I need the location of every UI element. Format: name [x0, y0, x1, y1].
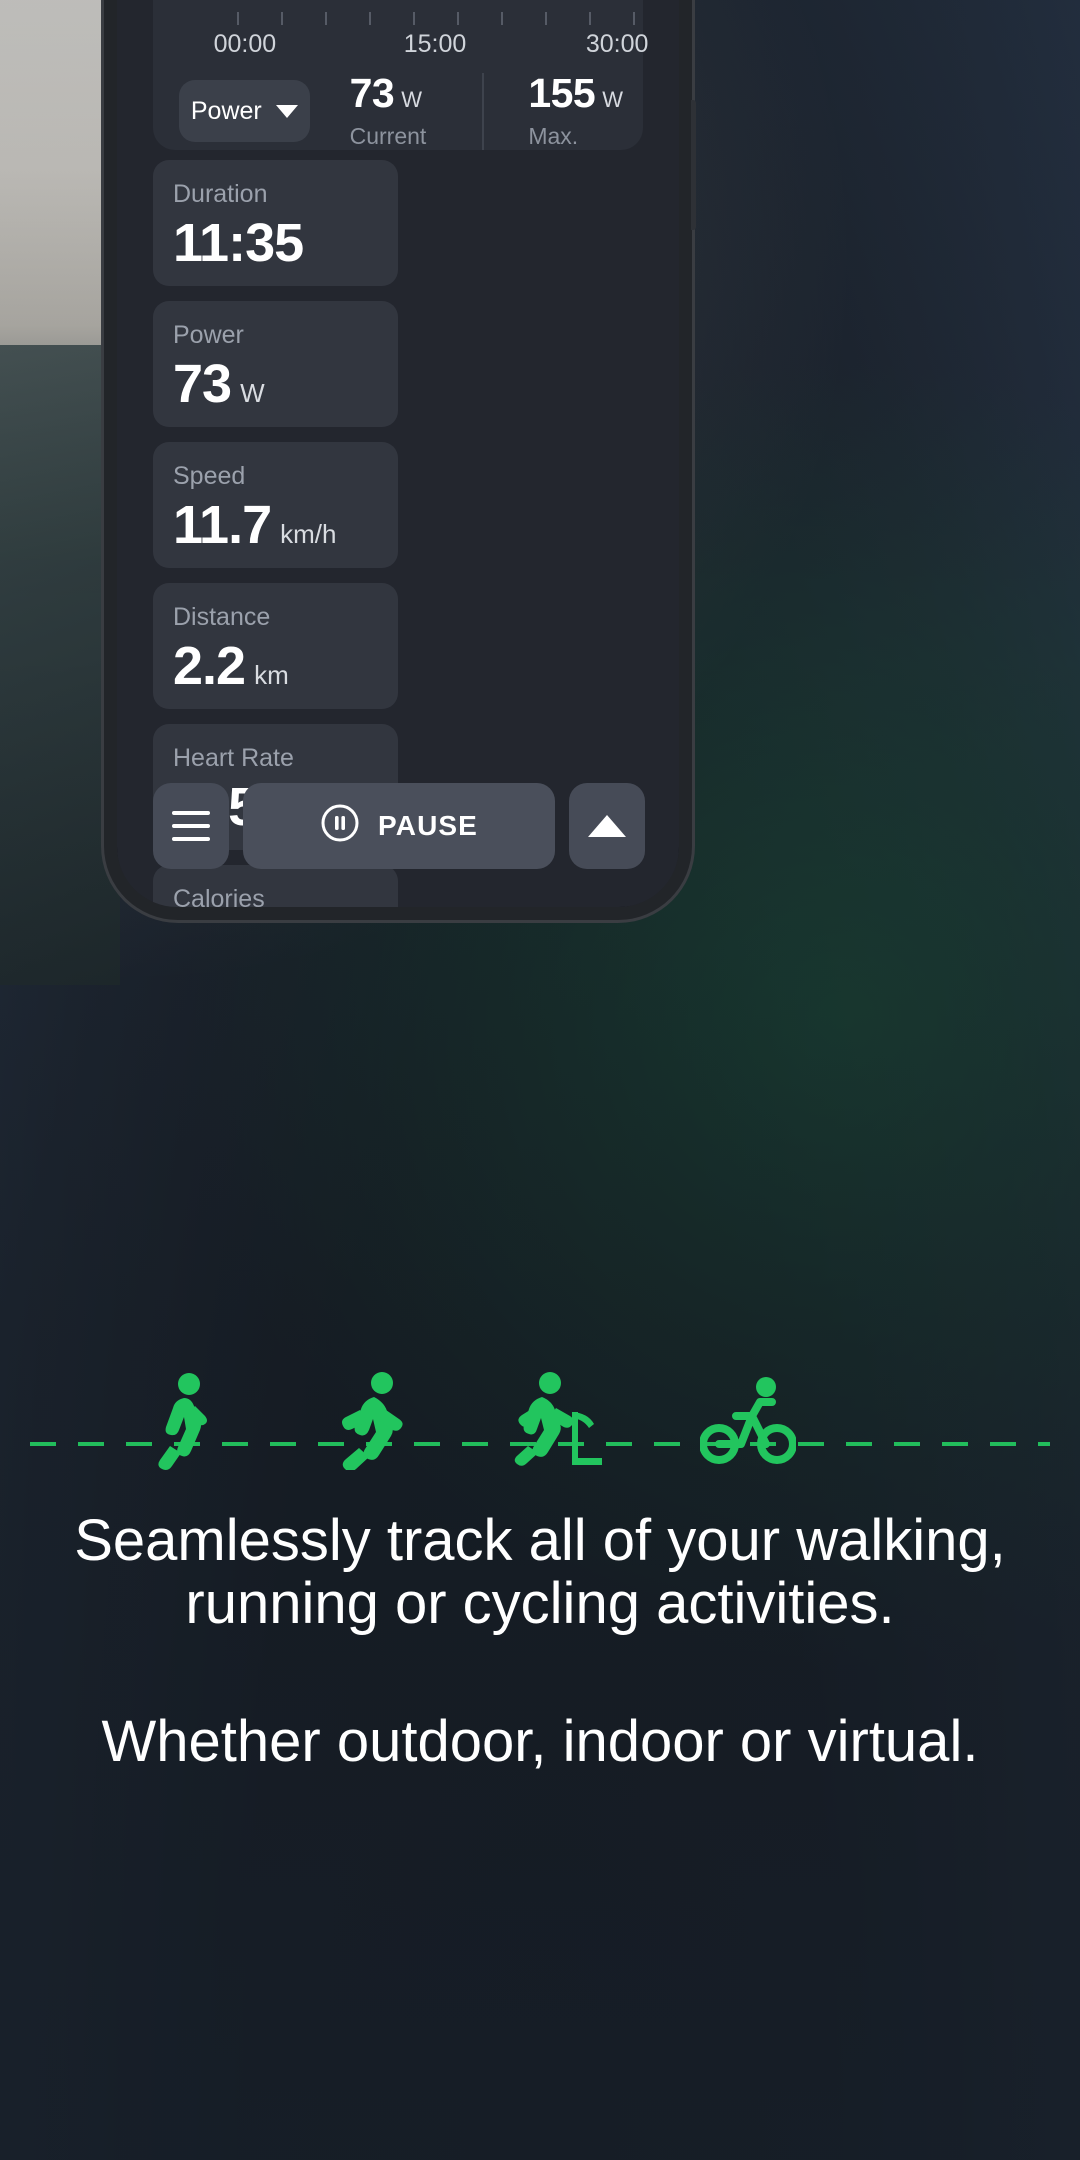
phone-mockup: 100 50 0 00:00 15:00 [104, 0, 696, 920]
x-axis-tick-2: 30:00 [585, 30, 649, 58]
walking-icon [148, 1370, 222, 1475]
metric-card-unit: W [240, 378, 265, 408]
cycling-icon [699, 1370, 797, 1475]
caption-block: Seamlessly track all of your walking, ru… [0, 1508, 1080, 1775]
activity-icons-strip [0, 1370, 1080, 1490]
stat-max: 155 W Max. [482, 69, 623, 150]
running-icon [330, 1370, 412, 1475]
chart-panel: 100 50 0 00:00 15:00 [153, 0, 648, 150]
stat-current-caption: Current [349, 122, 427, 149]
pause-button-label: PAUSE [378, 810, 478, 841]
pause-button[interactable]: PAUSE [243, 783, 555, 869]
metric-card-label: Power [173, 321, 244, 349]
metric-card-value: 11.7 km/h [173, 497, 398, 554]
stat-current-value: 73 [349, 69, 395, 116]
metric-card-value: 73 W [173, 356, 398, 413]
expand-button[interactable] [569, 783, 645, 869]
stat-max-caption: Max. [528, 122, 579, 149]
pause-circle-icon [320, 803, 360, 850]
metric-card-unit: km/h [280, 519, 337, 549]
x-axis-tick-0: 00:00 [213, 30, 277, 58]
metric-card-value: 11:35 [173, 215, 398, 272]
metric-card[interactable]: Duration 11:35 [153, 160, 398, 286]
activity-chart: 100 50 0 [179, 0, 629, 8]
metric-card-label: Heart Rate [173, 744, 294, 772]
treadmill-icon [514, 1370, 606, 1475]
caption-paragraph-2: Whether outdoor, indoor or virtual. [101, 1709, 979, 1775]
metric-select-dropdown[interactable]: Power [179, 80, 310, 142]
chevron-up-icon [588, 815, 626, 837]
metric-card[interactable]: Calories219cal [153, 865, 398, 907]
metric-card[interactable]: Power 73 W [153, 301, 398, 427]
phone-screen: 100 50 0 00:00 15:00 [117, 0, 679, 907]
metric-card-unit: km [254, 660, 289, 690]
metric-card-number: 11.7 [173, 495, 272, 555]
chart-controls-row: Power 73 W Current 155 W Max. [179, 72, 623, 150]
metric-card-label: Distance [173, 603, 271, 631]
metric-card[interactable]: Distance 2.2 km [153, 583, 398, 709]
phone-side-button [691, 100, 696, 230]
metric-card-number: 11:35 [173, 213, 304, 273]
stat-max-unit: W [602, 86, 623, 112]
menu-button[interactable] [153, 783, 229, 869]
caption-paragraph-1: Seamlessly track all of your walking, ru… [74, 1508, 1006, 1636]
hamburger-menu-icon [172, 811, 210, 841]
x-axis: 00:00 15:00 30:00 [214, 12, 648, 68]
metric-card-label: Calories [173, 885, 265, 907]
metric-card-number: 2.2 [173, 636, 246, 696]
metric-card-label: Speed [173, 462, 246, 490]
metric-card[interactable]: Speed 11.7 km/h [153, 442, 398, 568]
metric-card-value: 2.2 km [173, 638, 398, 695]
metric-card-number: 73 [173, 354, 232, 414]
workout-controls-bar: PAUSE [153, 783, 645, 869]
stat-current-unit: W [401, 86, 422, 112]
chart-line-series [237, 0, 629, 8]
chevron-down-icon [275, 104, 298, 118]
metric-select-label: Power [190, 96, 262, 125]
x-axis-tick-1: 15:00 [403, 30, 467, 58]
stat-max-value: 155 [528, 69, 596, 116]
stat-current: 73 W Current [349, 69, 427, 150]
metric-card-label: Duration [173, 180, 268, 208]
